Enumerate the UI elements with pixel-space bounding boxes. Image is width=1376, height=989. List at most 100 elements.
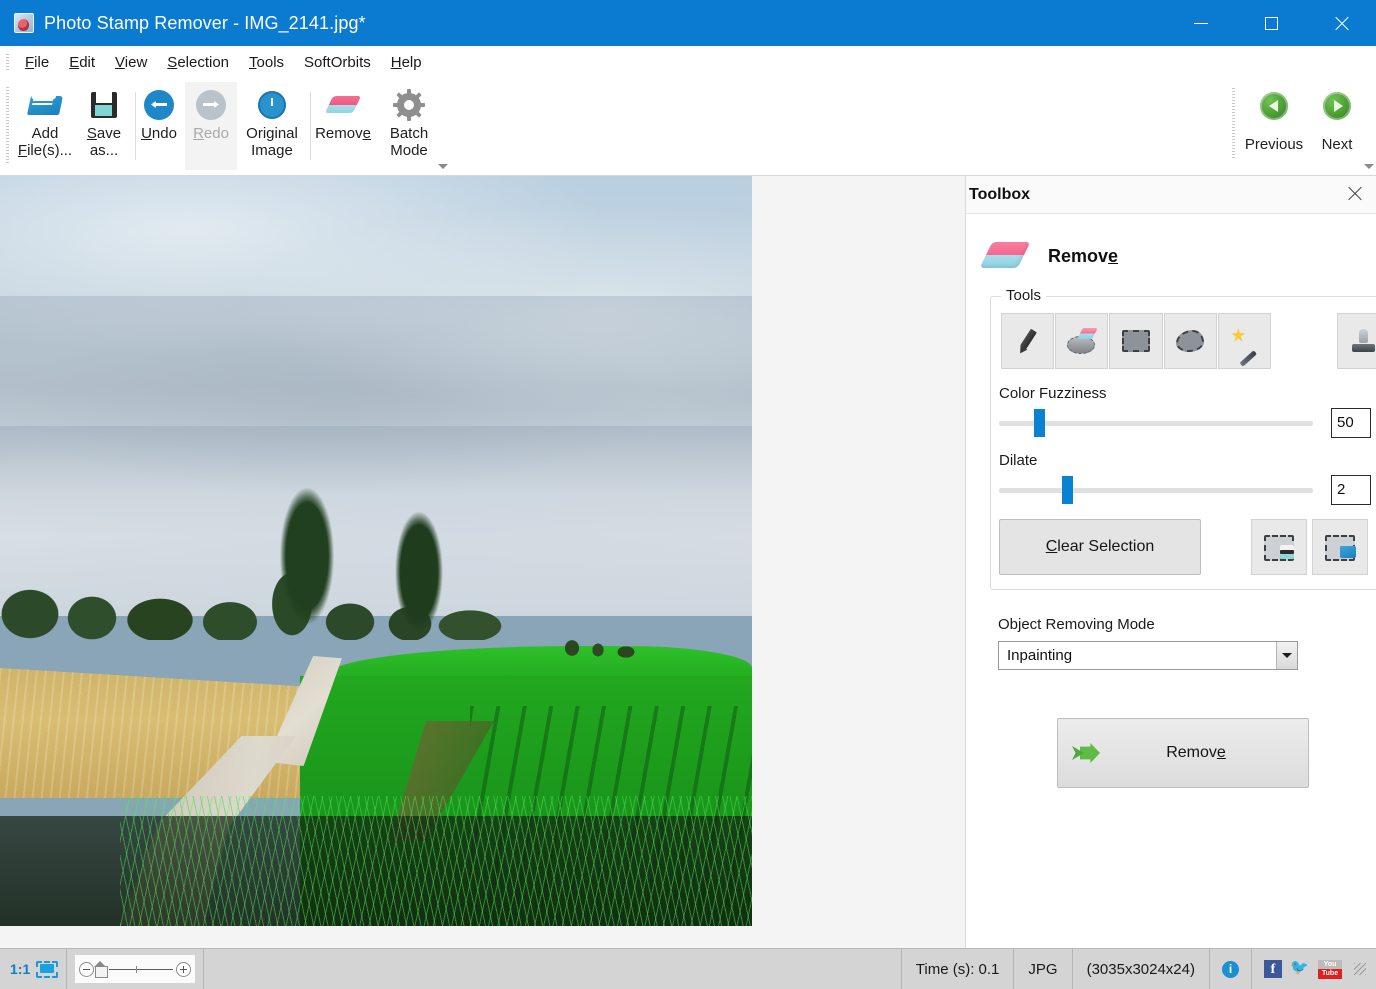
image-canvas[interactable] xyxy=(0,176,965,948)
close-button[interactable] xyxy=(1306,0,1376,46)
clear-selection-button[interactable]: Clear Selection xyxy=(999,519,1201,575)
toolbox-body: Remove Tools Color Fuzziness xyxy=(966,214,1376,788)
eraser-icon xyxy=(326,88,360,122)
menu-item-softorbits[interactable]: SoftOrbits xyxy=(294,51,381,74)
original-image-label-line2: Image xyxy=(251,142,293,159)
toolbar-group-history: Undo Redo Original Image xyxy=(133,82,314,173)
photo-cloud-band-2 xyxy=(0,426,752,496)
object-removing-mode-label: Object Removing Mode xyxy=(998,616,1376,633)
remove-toolbar-button[interactable]: Remove xyxy=(308,82,378,170)
eraser-tool-button[interactable] xyxy=(1055,313,1108,369)
menu-softorbits-label: SoftOrbits xyxy=(304,54,371,71)
save-as-accel: S xyxy=(87,125,97,142)
redo-rest: edo xyxy=(204,125,229,142)
redo-button[interactable]: Redo xyxy=(185,82,237,170)
toolbox-panel: Toolbox Remove Tools Color Fuzziness xyxy=(965,176,1376,948)
youtube-icon[interactable]: You Tube xyxy=(1318,960,1342,979)
add-files-button[interactable]: Add File(s)... xyxy=(14,82,76,170)
lasso-tool-button[interactable] xyxy=(1164,313,1217,369)
menu-tools-rest: ools xyxy=(257,54,285,71)
nav-grip-handle[interactable] xyxy=(1232,88,1235,160)
clone-stamp-tool-button[interactable] xyxy=(1337,313,1376,369)
color-fuzziness-label: Color Fuzziness xyxy=(991,385,1376,402)
remove-section-header: Remove xyxy=(984,236,1376,276)
zoom-home-thumb[interactable] xyxy=(95,962,106,976)
stamp-icon xyxy=(1350,328,1376,354)
menu-file-accel: F xyxy=(25,54,34,71)
resize-grip[interactable] xyxy=(1354,963,1366,975)
social-cell: f You Tube xyxy=(1252,949,1376,989)
photo-preview[interactable] xyxy=(0,176,752,926)
color-fuzziness-value[interactable]: 50 xyxy=(1331,408,1371,438)
maximize-button[interactable] xyxy=(1236,0,1306,46)
fit-to-window-icon[interactable] xyxy=(36,961,58,978)
save-as-button[interactable]: Save as... xyxy=(76,82,132,170)
add-files-label-line2: File(s)... xyxy=(18,142,72,159)
toolbar-grip-handle[interactable] xyxy=(6,87,9,165)
toolbar-group-navigation: Previous Next xyxy=(1232,82,1367,173)
zoom-slider-track[interactable] xyxy=(109,969,173,970)
menu-item-view[interactable]: View xyxy=(105,51,157,74)
undo-arrow-icon xyxy=(142,88,176,122)
zoom-ratio-cell[interactable]: 1:1 xyxy=(0,949,67,989)
toolbox-close-icon[interactable] xyxy=(1346,185,1364,203)
color-fuzziness-thumb[interactable] xyxy=(1034,409,1045,437)
previous-button[interactable]: Previous xyxy=(1241,82,1307,170)
dilate-value[interactable]: 2 xyxy=(1331,475,1371,505)
nav-overflow-chevron-icon[interactable] xyxy=(1364,164,1374,169)
menu-item-selection[interactable]: Selection xyxy=(157,51,239,74)
toolbox-title: Toolbox xyxy=(969,186,1030,204)
menu-help-accel: H xyxy=(391,54,402,71)
zoom-in-icon[interactable] xyxy=(176,962,191,977)
twitter-icon[interactable] xyxy=(1290,961,1310,977)
marker-tool-button[interactable] xyxy=(1001,313,1054,369)
menu-item-file[interactable]: File xyxy=(15,51,59,74)
rectangle-tool-button[interactable] xyxy=(1109,313,1162,369)
menu-item-help[interactable]: Help xyxy=(381,51,432,74)
menu-view-accel: V xyxy=(115,54,125,71)
info-icon[interactable]: i xyxy=(1222,961,1239,978)
next-arrow-glyph xyxy=(1323,92,1351,120)
object-removing-mode-value: Inpainting xyxy=(999,647,1072,664)
facebook-icon[interactable]: f xyxy=(1264,960,1282,978)
magic-wand-tool-button[interactable] xyxy=(1218,313,1271,369)
menu-view-rest: iew xyxy=(125,54,148,71)
zoom-out-icon[interactable] xyxy=(79,962,94,977)
close-icon xyxy=(1334,16,1349,31)
undo-label: Undo xyxy=(141,125,177,142)
undo-button[interactable]: Undo xyxy=(133,82,185,170)
object-removing-mode-select[interactable]: Inpainting xyxy=(998,641,1298,670)
photo-treeline xyxy=(0,568,540,640)
eraser-large-icon xyxy=(984,236,1028,276)
menu-help-rest: elp xyxy=(402,54,422,71)
batch-mode-button[interactable]: Batch Mode xyxy=(378,82,440,170)
undo-accel: U xyxy=(141,125,152,142)
dilate-slider[interactable] xyxy=(999,488,1313,493)
eraser-tool-icon xyxy=(1067,328,1097,354)
zoom-slider-cell[interactable] xyxy=(67,949,204,989)
load-selection-button[interactable] xyxy=(1312,519,1368,575)
magic-wand-icon xyxy=(1230,328,1258,354)
minimize-button[interactable] xyxy=(1166,0,1236,46)
selection-io-buttons xyxy=(1251,519,1368,575)
color-fuzziness-slider[interactable] xyxy=(999,421,1313,426)
menu-item-tools[interactable]: Tools xyxy=(239,51,294,74)
save-selection-button[interactable] xyxy=(1251,519,1307,575)
toolbar-overflow-chevron-icon[interactable] xyxy=(438,164,448,169)
save-as-label-line1: Save xyxy=(87,125,121,142)
remove-section-title-accel: e xyxy=(1108,246,1118,266)
remove-action-pre: Remov xyxy=(1166,744,1217,761)
dilate-thumb[interactable] xyxy=(1062,476,1073,504)
original-image-button[interactable]: Original Image xyxy=(237,82,307,170)
zoom-slider[interactable] xyxy=(75,955,195,983)
chevron-down-icon[interactable] xyxy=(1276,642,1297,669)
menu-selection-rest: election xyxy=(177,54,229,71)
menu-grip-handle[interactable] xyxy=(6,54,9,72)
remove-action-button[interactable]: Remove xyxy=(1057,718,1309,788)
original-image-label-line1: Original xyxy=(246,125,298,142)
remove-section-title: Remove xyxy=(1048,246,1118,267)
info-cell[interactable]: i xyxy=(1210,949,1252,989)
menu-item-edit[interactable]: Edit xyxy=(59,51,105,74)
rectangle-select-icon xyxy=(1122,330,1150,352)
next-button[interactable]: Next xyxy=(1307,82,1367,170)
